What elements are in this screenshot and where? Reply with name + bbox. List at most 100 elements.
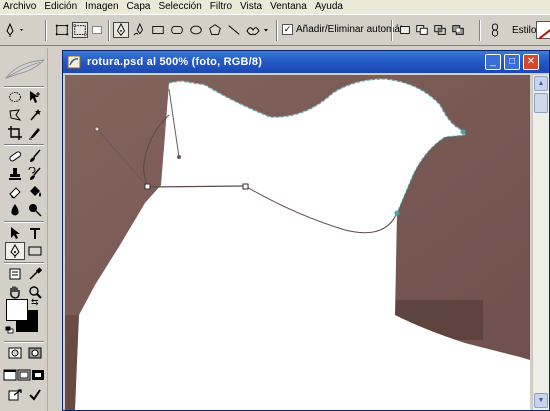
- anchor-point[interactable]: [144, 183, 151, 190]
- rounded-rectangle-button[interactable]: [169, 22, 185, 38]
- rounded-rectangle-icon: [171, 26, 183, 34]
- slice-tool[interactable]: [25, 124, 45, 142]
- anchor-point[interactable]: [394, 210, 400, 216]
- document-window: rotura.psd al 500% (foto, RGB/8) _ □ ✕ ▲…: [62, 50, 550, 411]
- scroll-up-arrow-icon[interactable]: ▲: [534, 76, 548, 91]
- line-button[interactable]: [226, 22, 242, 38]
- crop-tool[interactable]: [5, 124, 25, 142]
- standard-mode-button[interactable]: [5, 344, 25, 362]
- pen-tool-button[interactable]: [113, 22, 129, 38]
- minimize-button[interactable]: _: [485, 54, 501, 70]
- canvas-artwork: [65, 75, 530, 410]
- link-icon: [491, 23, 499, 37]
- freeform-pen-icon: [133, 23, 144, 36]
- type-tool[interactable]: [25, 224, 45, 242]
- menu-vista[interactable]: Vista: [236, 0, 266, 14]
- options-bar: ✓ Añadir/Eliminar automát. Estilo:: [0, 14, 550, 46]
- path-selection-tool[interactable]: [5, 224, 25, 242]
- toolbox-separator: [4, 144, 44, 146]
- path-exclude-icon: [452, 25, 464, 35]
- screen-mode-full[interactable]: [31, 366, 45, 384]
- jump-to-imageready-button[interactable]: [5, 386, 25, 404]
- marquee-tool[interactable]: [5, 88, 25, 106]
- fill-pixels-button[interactable]: [89, 22, 105, 38]
- menu-ventana[interactable]: Ventana: [266, 0, 311, 14]
- menu-imagen[interactable]: Imagen: [81, 0, 122, 14]
- menu-edicion[interactable]: Edición: [40, 0, 81, 14]
- path-subtract-icon: [416, 25, 428, 35]
- paint-bucket-tool[interactable]: [25, 183, 45, 201]
- feather-logo-icon: [4, 59, 46, 79]
- path-subtract-button[interactable]: [414, 22, 430, 38]
- move-icon: [30, 91, 40, 103]
- shape-tool[interactable]: [25, 242, 45, 260]
- paths-mode-button[interactable]: [72, 22, 88, 38]
- lasso-icon: [9, 109, 22, 121]
- document-title-bar[interactable]: rotura.psd al 500% (foto, RGB/8) _ □ ✕: [63, 51, 549, 73]
- blur-tool[interactable]: [5, 201, 25, 219]
- direction-point[interactable]: [94, 126, 100, 132]
- path-exclude-button[interactable]: [450, 22, 466, 38]
- note-icon: [9, 268, 21, 280]
- document-title: rotura.psd al 500% (foto, RGB/8): [87, 56, 263, 68]
- healing-brush-tool[interactable]: [5, 147, 25, 165]
- brush-tool[interactable]: [25, 147, 45, 165]
- path-intersect-button[interactable]: [432, 22, 448, 38]
- tool-preset-picker[interactable]: [5, 22, 27, 38]
- auto-add-delete-checkbox[interactable]: ✓: [282, 24, 293, 35]
- anchor-point-selected[interactable]: [242, 183, 249, 190]
- eraser-tool[interactable]: [5, 183, 25, 201]
- pen-tool[interactable]: [5, 242, 25, 260]
- path-add-button[interactable]: [397, 22, 413, 38]
- clone-stamp-tool[interactable]: [5, 165, 25, 183]
- shape-layers-button[interactable]: [54, 22, 70, 38]
- toolbox-separator: [4, 341, 44, 343]
- direction-point[interactable]: [177, 155, 181, 159]
- swap-colors-icon[interactable]: ⇆: [31, 297, 39, 308]
- history-brush-tool[interactable]: [25, 165, 45, 183]
- checkmark-icon-button[interactable]: [25, 386, 45, 404]
- polygon-button[interactable]: [207, 22, 223, 38]
- foreground-color-swatch[interactable]: [6, 299, 28, 321]
- magic-wand-tool[interactable]: [25, 106, 45, 124]
- maximize-button[interactable]: □: [504, 54, 520, 70]
- image-canvas[interactable]: [65, 75, 530, 410]
- dodge-tool[interactable]: [25, 201, 45, 219]
- crop-icon: [8, 126, 22, 140]
- screen-mode-menu[interactable]: [17, 366, 31, 384]
- eyedropper-tool[interactable]: [25, 265, 45, 283]
- close-button[interactable]: ✕: [523, 54, 539, 70]
- quick-mask-button[interactable]: [25, 344, 45, 362]
- default-colors-icon[interactable]: [5, 326, 14, 334]
- photoshop-document-icon: [67, 55, 81, 69]
- scrollbar-thumb[interactable]: [534, 93, 548, 113]
- menu-filtro[interactable]: Filtro: [206, 0, 236, 14]
- freeform-pen-button[interactable]: [131, 22, 147, 38]
- ellipse-button[interactable]: [188, 22, 204, 38]
- lasso-tool[interactable]: [5, 106, 25, 124]
- separator: [276, 20, 278, 41]
- style-picker[interactable]: [536, 21, 550, 39]
- separator: [45, 20, 47, 41]
- notes-tool[interactable]: [5, 265, 25, 283]
- vertical-scrollbar[interactable]: ▲ ▼: [532, 75, 549, 410]
- rectangle-shape-button[interactable]: [150, 22, 166, 38]
- menu-ayuda[interactable]: Ayuda: [311, 0, 347, 14]
- auto-add-delete-label: Añadir/Eliminar automát.: [296, 24, 406, 35]
- link-style-button[interactable]: [487, 22, 503, 38]
- path-selection-icon: [11, 227, 20, 239]
- menu-capa[interactable]: Capa: [123, 0, 155, 14]
- auto-add-delete-option[interactable]: ✓ Añadir/Eliminar automát.: [282, 24, 406, 35]
- custom-shape-button[interactable]: [245, 22, 271, 38]
- toolbox-separator: [4, 221, 44, 223]
- move-tool[interactable]: [25, 88, 45, 106]
- menu-archivo[interactable]: Archivo: [0, 0, 40, 14]
- slice-icon: [29, 128, 40, 140]
- toolbox: ⇆: [0, 48, 48, 411]
- menu-seleccion[interactable]: Selección: [154, 0, 205, 14]
- eyedropper-icon: [29, 267, 42, 280]
- scroll-down-arrow-icon[interactable]: ▼: [534, 393, 548, 408]
- eraser-icon: [9, 187, 21, 199]
- screen-mode-standard[interactable]: [3, 366, 17, 384]
- anchor-point[interactable]: [460, 129, 466, 135]
